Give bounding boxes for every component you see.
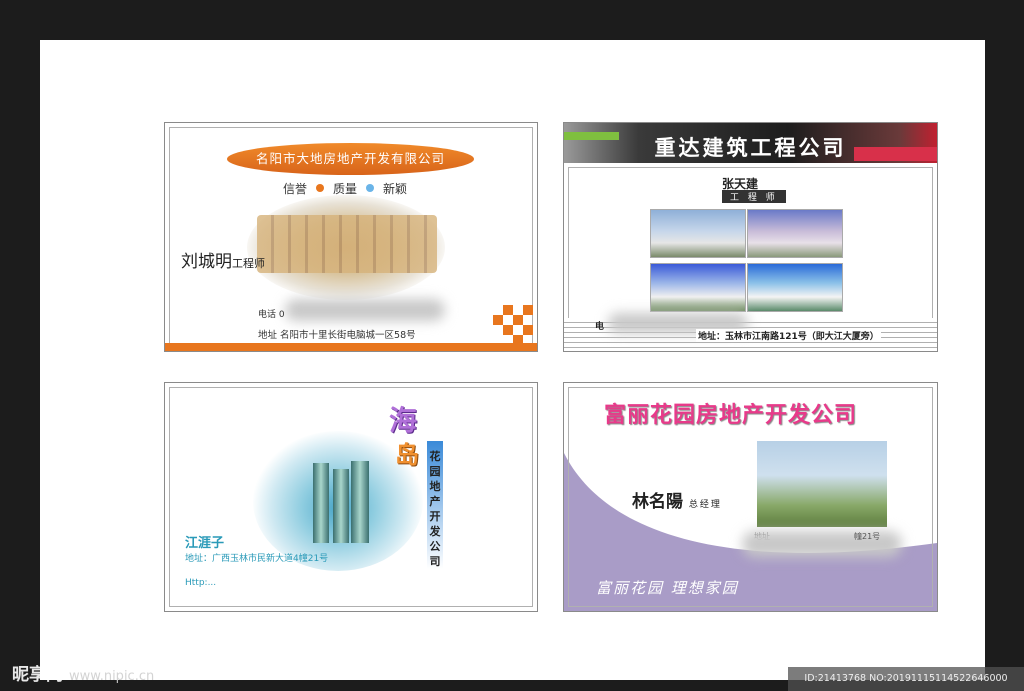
blue-dot-icon <box>366 184 375 192</box>
website: Http:... <box>185 578 217 588</box>
tower-image <box>333 469 349 543</box>
tower-image <box>351 461 369 543</box>
company-name: 富丽花园房地产开发公司 <box>604 397 857 429</box>
orange-dot-icon <box>316 184 325 192</box>
image-id-bar: ID:21413768 NO:20191115114522646000 <box>788 667 1024 691</box>
phone-label: 电话 0 <box>258 310 285 320</box>
watermark-logo: 昵享网 www.nipic.cn <box>12 660 154 685</box>
slogan: 富丽花园 理想家园 <box>596 579 739 597</box>
checker-square <box>503 325 513 335</box>
name-text: 刘城明 <box>181 252 232 272</box>
company-name-text: 富丽花园房地产开发公司 <box>604 402 858 428</box>
orange-footer-bar <box>165 343 537 351</box>
name-text: 林名陽 <box>632 492 683 512</box>
job-title: 工 程 师 <box>722 190 786 203</box>
checker-square <box>503 305 513 315</box>
slogan-word: 新颖 <box>383 182 408 196</box>
job-title: 总经理 <box>688 500 722 510</box>
business-card-fuli[interactable]: 富丽花园房地产开发公司 林名陽 总经理 地址 幢21号 富丽花园 理想家园 <box>563 382 938 612</box>
person-name: 江涯子 <box>185 536 225 551</box>
slogan-word: 信誉 <box>283 182 308 196</box>
address: 地址：玉林市江南路121号（即大江大厦旁） <box>696 329 881 342</box>
address: 地址：广西玉林市民新大道4幢21号 <box>185 554 329 564</box>
brand-character: 岛 <box>395 440 419 469</box>
vertical-company-name: 花园地产开发公司 <box>429 450 441 568</box>
building-photo <box>650 209 746 258</box>
company-name: 重达建筑工程公司 <box>654 135 847 160</box>
person-name: 刘城明工程师 <box>181 247 265 272</box>
business-card-dadi[interactable]: 名阳市大地房地产开发有限公司 信誉 质量 新颖 刘城明工程师 电话 0 地址 名阳市… <box>164 122 538 352</box>
brand-character: 海 <box>389 404 418 437</box>
building-photo <box>757 441 887 527</box>
watermark-url: www.nipic.cn <box>69 669 155 684</box>
business-card-haidao[interactable]: 海 岛 花园地产开发公司 江涯子 地址：广西玉林市民新大道4幢21号 Http:… <box>164 382 538 612</box>
address-end: 幢21号 <box>854 532 881 541</box>
checker-square <box>493 315 503 325</box>
checker-square <box>523 305 533 315</box>
job-title: 工程师 <box>232 257 265 270</box>
slogan-word: 质量 <box>333 182 358 196</box>
blurred-phone <box>285 299 445 321</box>
watermark-logo-text: 昵享网 <box>12 665 63 685</box>
tower-image <box>313 463 329 543</box>
building-photo <box>747 209 843 258</box>
address: 地址 名阳市十里长街电脑城一区58号 <box>258 330 416 341</box>
person-name: 林名陽 总经理 <box>632 487 722 512</box>
building-photo <box>650 263 746 312</box>
business-card-zhongda[interactable]: 重达建筑工程公司 张天建 工 程 师 电 地址：玉林市江南路121号（即大江大厦… <box>563 122 938 352</box>
checker-square <box>513 315 523 325</box>
building-image <box>257 215 437 273</box>
building-photo <box>747 263 843 312</box>
company-name-banner: 名阳市大地房地产开发有限公司 <box>227 143 474 175</box>
phone-label: 电 <box>595 322 605 332</box>
checker-square <box>523 325 533 335</box>
